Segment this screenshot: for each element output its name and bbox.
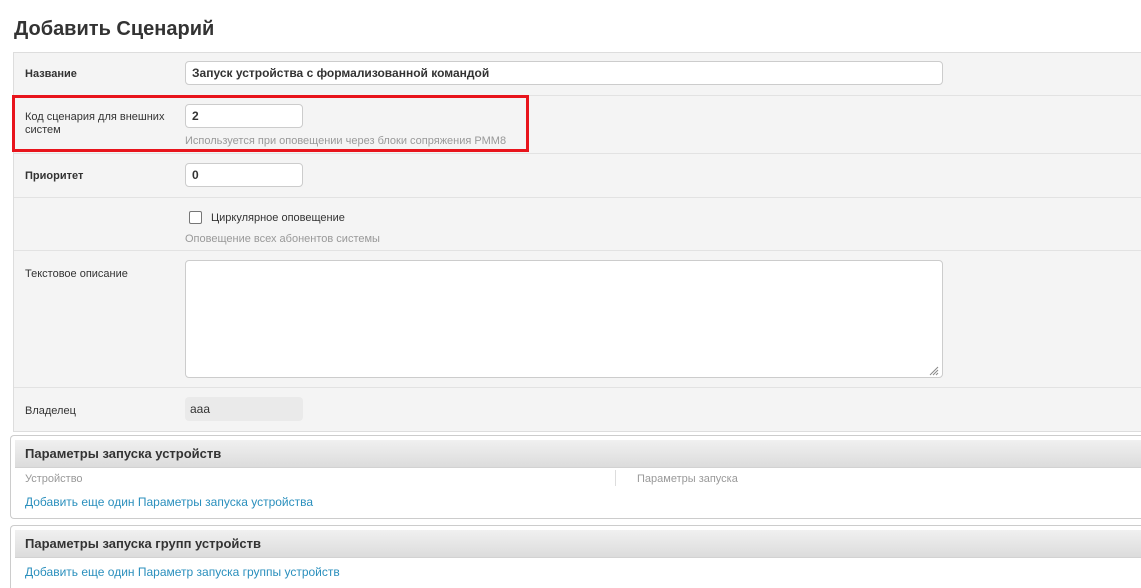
device-params-header: Параметры запуска устройств [15,440,1141,468]
form-row-owner: Владелец aaa [14,388,1141,431]
external-code-label: Код сценария для внешних систем [25,111,165,136]
column-divider [615,470,616,486]
description-label: Текстовое описание [25,268,128,280]
form-row-description: Текстовое описание [14,251,1141,388]
circular-help: Оповещение всех абонентов системы [185,233,380,245]
form-row-external-code: Код сценария для внешних систем Использу… [14,96,1141,154]
priority-label: Приоритет [25,170,84,182]
add-device-param-link[interactable]: Добавить еще один Параметры запуска устр… [25,495,313,509]
column-device: Устройство [25,473,83,485]
form-row-priority: Приоритет [14,154,1141,198]
owner-value: aaa [185,397,303,421]
scenario-form: Название Код сценария для внешних систем… [13,52,1141,432]
page-title: Добавить Сценарий [14,18,215,40]
textarea-resize-grip-icon[interactable] [927,364,939,376]
external-code-help: Используется при оповещении через блоки … [185,135,507,147]
add-group-param-link[interactable]: Добавить еще один Параметр запуска групп… [25,565,340,579]
device-params-title: Параметры запуска устройств [25,446,222,461]
priority-input[interactable] [185,163,303,187]
description-textarea[interactable] [185,260,943,378]
owner-label: Владелец [25,405,76,417]
form-row-name: Название [14,53,1141,96]
group-params-group: Параметры запуска групп устройств Добави… [10,525,1141,588]
page: Добавить Сценарий Название Код сценария … [0,0,1141,588]
form-row-circular: Циркулярное оповещение Оповещение всех а… [14,198,1141,251]
device-params-group: Параметры запуска устройств Устройство П… [10,435,1141,519]
name-label: Название [25,68,77,80]
name-input[interactable] [185,61,943,85]
external-code-input[interactable] [185,104,303,128]
group-params-title: Параметры запуска групп устройств [25,536,261,551]
circular-checkbox[interactable] [189,211,202,224]
circular-label[interactable]: Циркулярное оповещение [211,212,345,224]
group-params-header: Параметры запуска групп устройств [15,530,1141,558]
column-launch-params: Параметры запуска [637,473,738,485]
